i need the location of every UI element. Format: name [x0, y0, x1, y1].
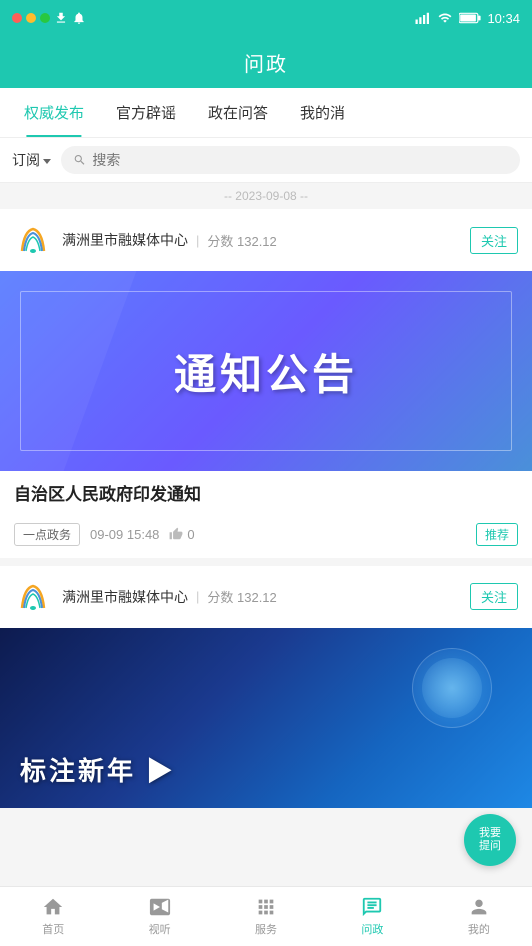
bottom-nav: 首页 视听 服务 问政 我的 [0, 886, 532, 946]
chevron-down-icon [43, 159, 51, 164]
video-icon [149, 896, 171, 918]
author-row-2: 满洲里市融媒体中心 | 分数 132.12 关注 [0, 566, 532, 628]
tab-authority[interactable]: 权威发布 [8, 88, 100, 137]
article-title-1[interactable]: 自治区人民政府印发通知 [0, 471, 532, 515]
article-image-1[interactable]: 通知公告 [0, 271, 532, 471]
tab-rumor[interactable]: 官方辟谣 [100, 88, 192, 137]
notice-image-text: 通知公告 [174, 341, 358, 402]
article-card-1: 满洲里市融媒体中心 | 分数 132.12 关注 通知公告 自治区人民政府印发通… [0, 209, 532, 558]
search-input[interactable] [92, 152, 508, 168]
subscribe-button[interactable]: 订阅 [12, 150, 51, 170]
float-ask-button[interactable]: 我要 提问 [464, 814, 516, 866]
article-image-2[interactable]: 标注新年 ▶ [0, 628, 532, 808]
article-tag-1[interactable]: 一点政务 [14, 523, 80, 546]
services-icon [255, 896, 277, 918]
like-area-1[interactable]: 0 [169, 527, 194, 542]
content-area: -- 2023-09-08 -- 满洲里市融媒体中心 | 分数 132.12 关… [0, 183, 532, 876]
divider-1: | [196, 233, 199, 248]
author-logo-2 [14, 578, 52, 616]
media-center-logo-2 [14, 578, 52, 616]
status-bar: 10:34 [0, 0, 532, 36]
battery-icon [459, 12, 481, 24]
author-name-2: 满洲里市融媒体中心 [62, 587, 188, 607]
politics-icon [361, 896, 383, 918]
divider-2: | [196, 589, 199, 604]
tab-qa[interactable]: 政在问答 [192, 88, 284, 137]
date-divider-text: -- 2023-09-08 -- [224, 189, 308, 203]
search-bar: 订阅 [0, 138, 532, 183]
nav-politics-label: 问政 [361, 921, 383, 937]
nav-home-label: 首页 [42, 921, 64, 937]
article-card-2: 满洲里市融媒体中心 | 分数 132.12 关注 标注新年 ▶ [0, 566, 532, 808]
page-title: 问政 [244, 48, 288, 77]
nav-services[interactable]: 服务 [213, 887, 319, 946]
follow-button-1[interactable]: 关注 [470, 227, 518, 254]
nav-video-label: 视听 [149, 921, 171, 937]
download-icon [54, 11, 68, 25]
author-info-1: 满洲里市融媒体中心 | 分数 132.12 [62, 230, 460, 250]
nav-services-label: 服务 [255, 921, 277, 937]
news-image-text-wrap: 标注新年 ▶ [0, 628, 532, 808]
like-count-1: 0 [187, 527, 194, 542]
status-time: 10:34 [487, 11, 520, 26]
person-icon [468, 896, 490, 918]
author-score-2: 分数 132.12 [207, 587, 276, 606]
author-name-1: 满洲里市融媒体中心 [62, 230, 188, 250]
thumbs-up-icon [169, 527, 183, 541]
author-info-2: 满洲里市融媒体中心 | 分数 132.12 [62, 587, 460, 607]
nav-mine[interactable]: 我的 [426, 887, 532, 946]
subscribe-label: 订阅 [12, 150, 40, 170]
status-bar-right: 10:34 [415, 11, 520, 26]
app-header: 问政 [0, 36, 532, 88]
status-bar-left [12, 11, 86, 25]
dot-yellow [26, 13, 36, 23]
search-icon [73, 153, 86, 167]
news-image-2: 标注新年 ▶ [0, 628, 532, 808]
dot-green [40, 13, 50, 23]
author-row-1: 满洲里市融媒体中心 | 分数 132.12 关注 [0, 209, 532, 271]
float-btn-line2: 提问 [479, 840, 501, 853]
author-score-1: 分数 132.12 [207, 231, 276, 250]
notice-image: 通知公告 [0, 271, 532, 471]
home-icon [42, 896, 64, 918]
recommend-button-1[interactable]: 推荐 [476, 523, 518, 546]
tab-mine[interactable]: 我的消 [284, 88, 361, 137]
nav-mine-label: 我的 [468, 921, 490, 937]
media-center-logo [14, 221, 52, 259]
notification-icon [72, 11, 86, 25]
nav-video[interactable]: 视听 [106, 887, 212, 946]
article-time-1: 09-09 15:48 [90, 527, 159, 542]
wifi-icon [437, 11, 453, 25]
float-btn-line1: 我要 [479, 827, 501, 840]
date-divider: -- 2023-09-08 -- [0, 183, 532, 209]
search-input-wrap[interactable] [61, 146, 520, 174]
article-meta-1: 一点政务 09-09 15:48 0 推荐 [0, 515, 532, 558]
nav-politics[interactable]: 问政 [319, 887, 425, 946]
author-logo-1 [14, 221, 52, 259]
tab-bar: 权威发布 官方辟谣 政在问答 我的消 [0, 88, 532, 138]
news-image-text-2: 标注新年 ▶ [20, 751, 175, 788]
dot-red [12, 13, 22, 23]
signal-icon [415, 12, 431, 24]
nav-home[interactable]: 首页 [0, 887, 106, 946]
follow-button-2[interactable]: 关注 [470, 583, 518, 610]
